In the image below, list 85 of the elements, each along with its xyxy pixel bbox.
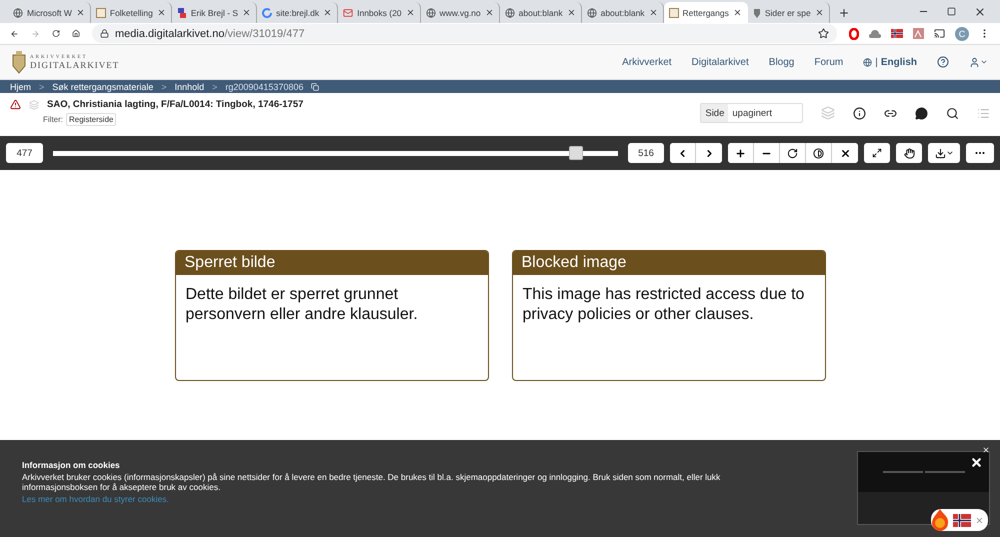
- document-icon: [96, 8, 106, 18]
- mail-icon: [343, 8, 354, 18]
- breadcrumb-link[interactable]: Innhold: [174, 82, 204, 92]
- copy-icon[interactable]: [311, 82, 320, 90]
- close-icon[interactable]: [323, 8, 332, 17]
- close-icon[interactable]: [970, 456, 983, 469]
- nav-link[interactable]: Forum: [814, 56, 844, 68]
- close-icon[interactable]: [76, 8, 85, 17]
- nav-link[interactable]: Blogg: [768, 56, 794, 68]
- document-icon: [668, 8, 679, 18]
- caret-icon: [946, 149, 954, 157]
- slider-thumb[interactable]: [568, 146, 583, 160]
- breadcrumb-link[interactable]: Hjem: [10, 82, 32, 92]
- close-icon[interactable]: [732, 8, 742, 17]
- search-icon[interactable]: [946, 106, 959, 120]
- breadcrumb-link[interactable]: Søk rettergangsmateriale: [52, 82, 154, 92]
- address-field[interactable]: media.digitalarkivet.no/view/31019/477: [92, 24, 837, 43]
- maximize-icon[interactable]: [947, 7, 956, 16]
- cookie-text: Arkivverket bruker cookies (informasjonskapsler) på sine nettsider for å levere en bedre tjeneste. De brukes til bl.a. skjemaoppdateringer og innlogging. Bruk siden som normalt, eller lukk informasjonsboksen for å akseptere bruk av cookies.: [22, 472, 722, 493]
- close-icon[interactable]: [814, 8, 824, 17]
- close-icon[interactable]: [974, 6, 986, 18]
- globe-icon: [13, 8, 23, 18]
- close-icon[interactable]: [566, 8, 576, 17]
- close-icon[interactable]: [406, 8, 415, 17]
- browser-tab[interactable]: Rettergangs: [664, 2, 748, 23]
- cookie-title: Informasjon om cookies: [22, 460, 121, 471]
- nav-link[interactable]: Digitalarkivet: [692, 56, 749, 68]
- card-title: Sperret bilde: [176, 250, 488, 274]
- nav-link[interactable]: Arkivverket: [622, 56, 672, 68]
- cloud-icon[interactable]: [869, 30, 881, 38]
- page-count: 516: [628, 143, 664, 163]
- globe-icon: [586, 8, 597, 18]
- breadcrumb-separator: >: [212, 82, 218, 92]
- caret-icon[interactable]: [980, 58, 988, 66]
- expand-icon: [872, 148, 882, 158]
- warning-icon: [10, 99, 21, 110]
- logo-title: DIGITALARKIVET: [30, 60, 120, 70]
- flame-icon: [931, 509, 949, 531]
- user-icon[interactable]: [969, 56, 980, 68]
- comment-icon[interactable]: [915, 106, 928, 120]
- close-icon[interactable]: [648, 8, 658, 17]
- breadcrumb-link[interactable]: rg20090415370806: [225, 82, 304, 92]
- card-title: Blocked image: [512, 250, 824, 274]
- download-icon: [934, 148, 946, 158]
- previous-button[interactable]: [670, 143, 696, 163]
- zoom-in-button[interactable]: [728, 143, 754, 163]
- vpn-widget[interactable]: [931, 509, 988, 531]
- hand-icon: [904, 148, 914, 158]
- close-icon[interactable]: [156, 8, 166, 17]
- globe-icon: [426, 8, 436, 18]
- language-link[interactable]: English: [880, 56, 917, 68]
- globe-icon: [504, 8, 515, 18]
- page-number-field[interactable]: 477: [6, 143, 43, 163]
- close-icon[interactable]: [242, 8, 252, 17]
- rotate-icon: [787, 148, 798, 158]
- crest-logo-icon[interactable]: [12, 50, 26, 74]
- flag-icon: [953, 514, 971, 526]
- ring-icon[interactable]: [849, 28, 859, 40]
- bookmark-star-icon[interactable]: [818, 28, 829, 39]
- card-text: This image has restricted access due to privacy policies or other clauses.: [522, 284, 806, 324]
- crest-icon: [752, 8, 761, 18]
- contrast-icon: [813, 148, 824, 158]
- page-field[interactable]: Side upaginert: [700, 103, 803, 123]
- globe-icon[interactable]: [863, 58, 872, 66]
- separator: |: [875, 56, 878, 68]
- reload-icon[interactable]: [52, 28, 60, 39]
- info-icon[interactable]: [853, 106, 866, 120]
- close-icon[interactable]: [484, 8, 494, 17]
- plus-icon: [735, 148, 746, 158]
- cast-icon[interactable]: [934, 28, 945, 39]
- new-tab-icon[interactable]: [838, 7, 850, 19]
- g-logo-icon: [262, 8, 272, 18]
- filter-tag[interactable]: Registerside: [66, 113, 116, 126]
- breadcrumb-separator: >: [161, 82, 167, 92]
- document-title: SAO, Christiania lagting, F/Fa/L0014: Tingbok, 1746-1757: [47, 99, 304, 110]
- lock-icon: [100, 29, 109, 38]
- filter-label: Filter:: [43, 115, 63, 124]
- card-text: Dette bildet er sperret grunnet personvern eller andre klausuler.: [184, 284, 419, 324]
- home-icon[interactable]: [72, 28, 80, 39]
- flag-icon[interactable]: [891, 29, 903, 38]
- breadcrumb-separator: >: [39, 82, 44, 92]
- help-icon[interactable]: [937, 56, 949, 68]
- layers-icon: [29, 100, 39, 110]
- close-icon: [840, 148, 850, 158]
- letters-icon: [176, 8, 187, 18]
